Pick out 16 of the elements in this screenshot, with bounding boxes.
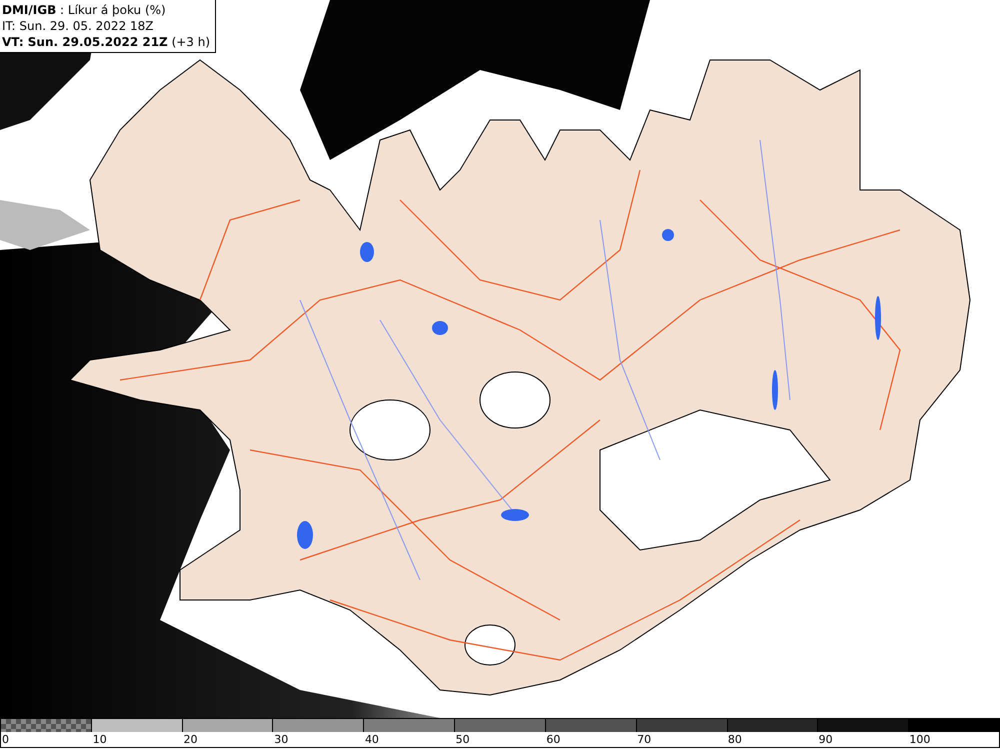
scale-label: 70 xyxy=(636,733,652,746)
valid-time: VT: Sun. 29.05.2022 21Z xyxy=(2,34,168,50)
issue-time: IT: Sun. 29. 05. 2022 18Z xyxy=(2,18,155,34)
source-label: DMI/IGB xyxy=(2,2,56,18)
scale-label: 90 xyxy=(818,733,833,746)
scale-label: 80 xyxy=(726,733,742,746)
scale-label: 30 xyxy=(273,733,288,746)
scale-label: 20 xyxy=(182,733,198,746)
scale-label: 0 xyxy=(1,733,9,746)
scale-label: 10 xyxy=(92,733,107,746)
scale-label: 100 xyxy=(908,733,930,746)
scale-label: 60 xyxy=(545,733,560,746)
valid-offset: (+3 h) xyxy=(170,34,210,50)
product-title: : Líkur á þoku (%) xyxy=(59,2,166,18)
scale-label: 40 xyxy=(364,733,379,746)
scale-label: 50 xyxy=(454,733,470,746)
